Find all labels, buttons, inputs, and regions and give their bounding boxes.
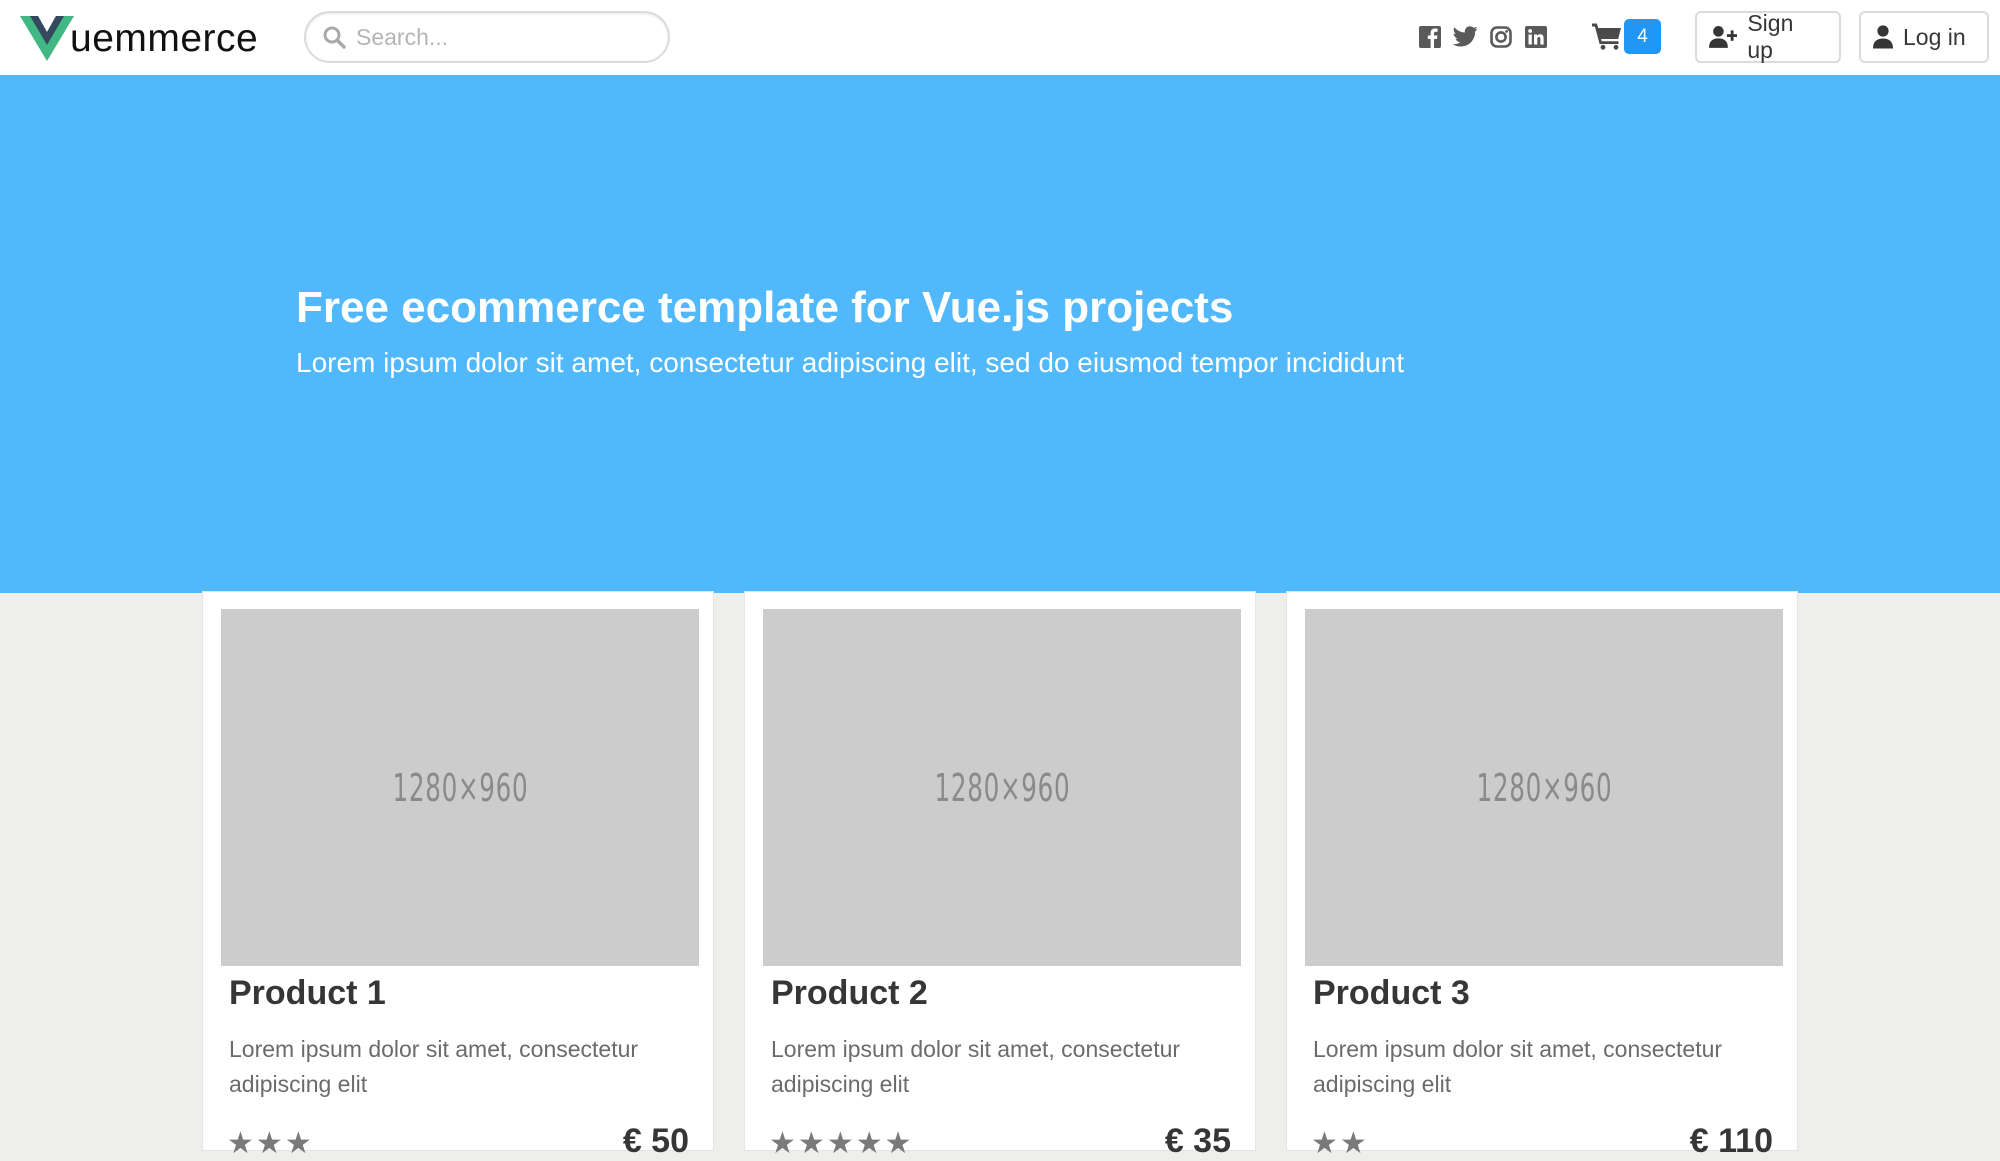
star-icon: ★ bbox=[855, 1127, 885, 1160]
product-price: € 110 bbox=[1689, 1122, 1773, 1160]
search-box[interactable] bbox=[304, 11, 670, 63]
product-price: € 50 bbox=[622, 1122, 689, 1160]
product-card[interactable]: 1280×960 Product 2 Lorem ipsum dolor sit… bbox=[744, 591, 1256, 1160]
product-title[interactable]: Product 3 bbox=[1313, 974, 1470, 1013]
product-title[interactable]: Product 1 bbox=[229, 974, 386, 1013]
product-image[interactable]: 1280×960 bbox=[763, 609, 1241, 966]
image-placeholder-label: 1280×960 bbox=[392, 765, 528, 810]
star-icon: ★ bbox=[797, 1127, 827, 1160]
star-rating: ★★★ bbox=[227, 1126, 314, 1161]
brand-name: uemmerce bbox=[70, 17, 259, 60]
twitter-icon[interactable] bbox=[1453, 26, 1478, 48]
star-icon: ★ bbox=[284, 1127, 314, 1160]
star-icon: ★ bbox=[1311, 1127, 1340, 1160]
brand-logo[interactable]: uemmerce bbox=[20, 14, 258, 62]
hero-title: Free ecommerce template for Vue.js proje… bbox=[296, 283, 1234, 332]
star-icon: ★ bbox=[255, 1127, 285, 1160]
product-price: € 35 bbox=[1164, 1122, 1231, 1160]
login-button[interactable]: Log in bbox=[1859, 11, 1989, 63]
hero-subtitle: Lorem ipsum dolor sit amet, consectetur … bbox=[296, 347, 1405, 378]
star-icon: ★ bbox=[769, 1127, 798, 1160]
facebook-icon[interactable] bbox=[1419, 26, 1441, 48]
product-image[interactable]: 1280×960 bbox=[221, 609, 699, 966]
add-user-icon bbox=[1709, 26, 1738, 48]
search-icon bbox=[323, 26, 346, 49]
product-image[interactable]: 1280×960 bbox=[1305, 609, 1783, 966]
instagram-icon[interactable] bbox=[1490, 26, 1512, 48]
star-rating: ★★ bbox=[1311, 1126, 1369, 1161]
star-icon: ★ bbox=[227, 1127, 256, 1160]
signup-button[interactable]: Sign up bbox=[1695, 10, 1841, 63]
cart-count-badge[interactable]: 4 bbox=[1624, 19, 1661, 54]
star-icon: ★ bbox=[826, 1127, 856, 1160]
product-card[interactable]: 1280×960 Product 1 Lorem ipsum dolor sit… bbox=[202, 591, 714, 1160]
top-navbar: uemmerce 4 Sign bbox=[0, 0, 2000, 75]
search-input[interactable] bbox=[356, 21, 656, 53]
image-placeholder-label: 1280×960 bbox=[934, 765, 1070, 810]
star-icon: ★ bbox=[1339, 1127, 1369, 1160]
image-placeholder-label: 1280×960 bbox=[1476, 765, 1612, 810]
linkedin-icon[interactable] bbox=[1525, 26, 1547, 48]
star-rating: ★★★★★ bbox=[769, 1126, 914, 1161]
vue-logo-icon bbox=[20, 16, 74, 61]
hero-banner: Free ecommerce template for Vue.js proje… bbox=[0, 75, 2000, 593]
signup-label: Sign up bbox=[1747, 10, 1794, 63]
product-title[interactable]: Product 2 bbox=[771, 974, 928, 1013]
product-description: Lorem ipsum dolor sit amet, consectetur … bbox=[229, 1036, 639, 1097]
user-icon bbox=[1873, 25, 1893, 49]
login-label: Log in bbox=[1903, 23, 1966, 50]
product-description: Lorem ipsum dolor sit amet, consectetur … bbox=[1313, 1036, 1723, 1097]
product-description: Lorem ipsum dolor sit amet, consectetur … bbox=[771, 1036, 1181, 1097]
cart-icon[interactable] bbox=[1592, 22, 1622, 50]
product-card[interactable]: 1280×960 Product 3 Lorem ipsum dolor sit… bbox=[1286, 591, 1798, 1160]
star-icon: ★ bbox=[884, 1127, 914, 1160]
